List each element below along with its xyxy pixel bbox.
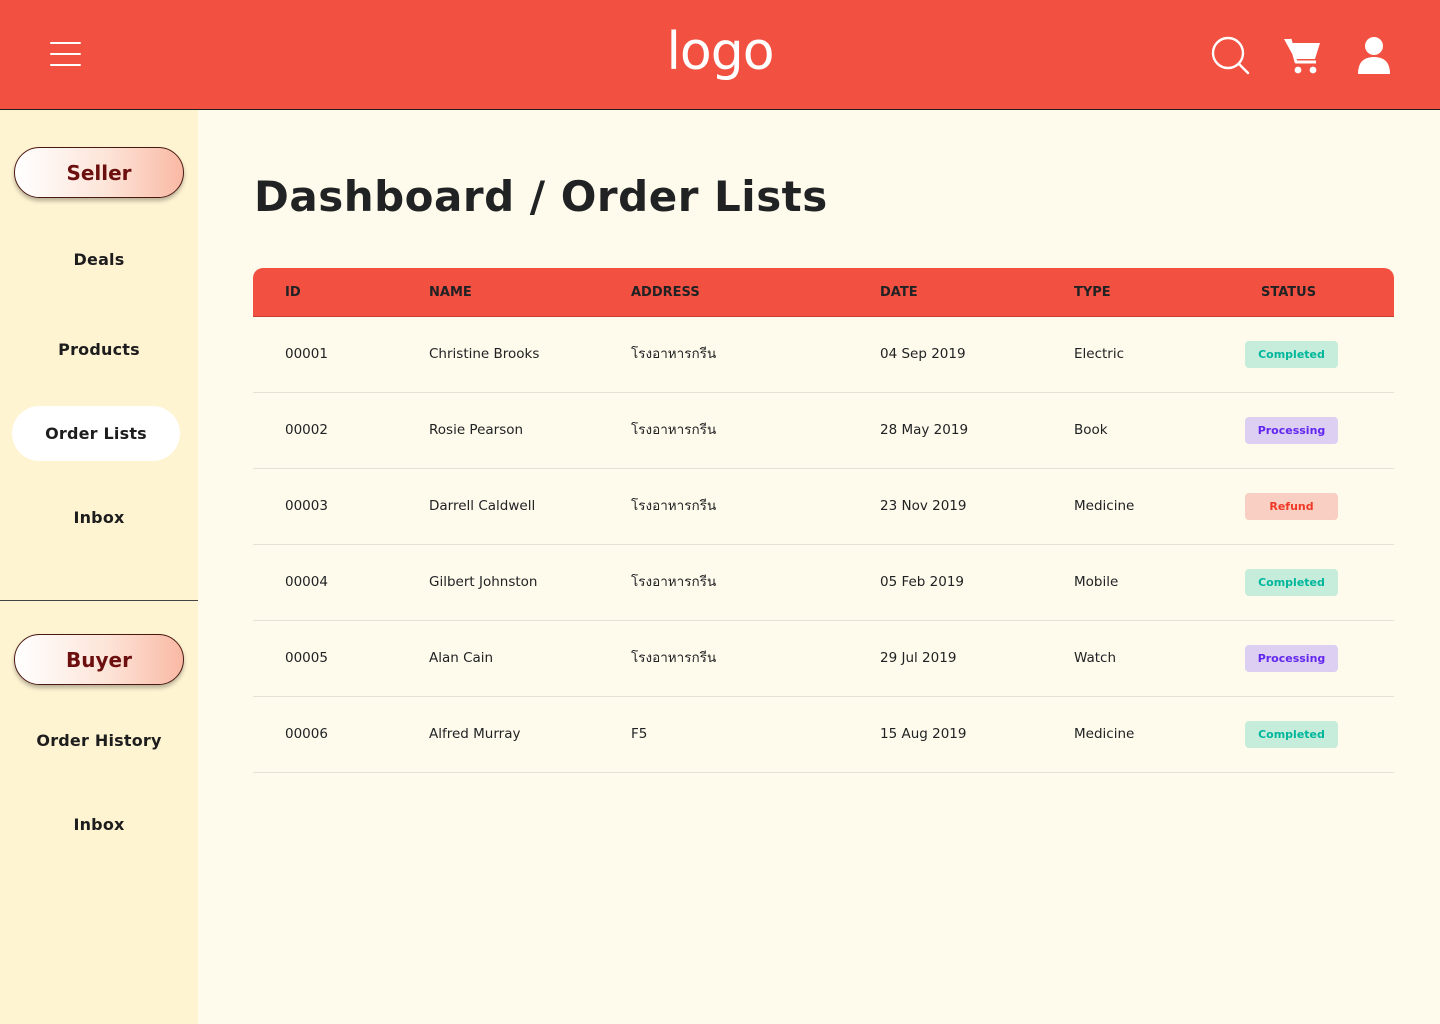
- column-header-name[interactable]: NAME: [429, 268, 472, 317]
- cell-name: Christine Brooks: [429, 346, 540, 362]
- order-table: ID NAME ADDRESS DATE TYPE STATUS 00001 Ch…: [253, 268, 1394, 773]
- column-header-date[interactable]: DATE: [880, 268, 918, 317]
- cell-type: Medicine: [1074, 498, 1135, 514]
- status-badge: Completed: [1245, 721, 1338, 748]
- sidebar-item-order-lists[interactable]: Order Lists: [12, 406, 180, 461]
- cell-name: Rosie Pearson: [429, 422, 524, 438]
- column-header-type[interactable]: TYPE: [1074, 268, 1111, 317]
- table-row[interactable]: 00005 Alan Cain โรงอาหารกรีน 29 Jul 2019 Wat…: [253, 621, 1394, 697]
- cell-date: 28 May 2019: [880, 422, 969, 438]
- cell-id: 00005: [285, 650, 328, 666]
- status-badge: Processing: [1245, 645, 1338, 672]
- sidebar-item-buyer-inbox[interactable]: Inbox: [0, 815, 198, 834]
- table-row[interactable]: 00004 Gilbert Johnston โรงอาหารกรีน 05 Feb …: [253, 545, 1394, 621]
- cell-id: 00006: [285, 726, 328, 742]
- table-row[interactable]: 00006 Alfred Murray F5 15 Aug 2019 Medicine C…: [253, 697, 1394, 773]
- status-badge: Processing: [1245, 417, 1338, 444]
- sidebar-divider: [0, 600, 198, 601]
- sidebar-item-order-history[interactable]: Order History: [0, 731, 198, 750]
- cell-address: โรงอาหารกรีน: [631, 422, 717, 438]
- sidebar-item-deals[interactable]: Deals: [0, 250, 198, 269]
- status-badge: Completed: [1245, 341, 1338, 368]
- cell-name: Gilbert Johnston: [429, 574, 538, 590]
- cart-icon[interactable]: [1282, 34, 1324, 76]
- sidebar: Seller Deals Products Order Lists Inbox …: [0, 110, 198, 1024]
- cell-date: 15 Aug 2019: [880, 726, 967, 742]
- cell-type: Electric: [1074, 346, 1125, 362]
- cell-name: Darrell Caldwell: [429, 498, 536, 514]
- cell-date: 05 Feb 2019: [880, 574, 965, 590]
- cell-type: Watch: [1074, 650, 1117, 666]
- cell-address: โรงอาหารกรีน: [631, 498, 717, 514]
- cell-id: 00004: [285, 574, 328, 590]
- cell-type: Medicine: [1074, 726, 1135, 742]
- buyer-section-button[interactable]: Buyer: [14, 634, 184, 685]
- cell-address: โรงอาหารกรีน: [631, 574, 717, 590]
- status-badge: Completed: [1245, 569, 1338, 596]
- status-badge: Refund: [1245, 493, 1338, 520]
- table-row[interactable]: 00002 Rosie Pearson โรงอาหารกรีน 28 May 201…: [253, 393, 1394, 469]
- column-header-status[interactable]: STATUS: [1261, 268, 1316, 317]
- sidebar-item-seller-inbox[interactable]: Inbox: [0, 508, 198, 527]
- cell-address: F5: [631, 726, 648, 742]
- cell-id: 00002: [285, 422, 328, 438]
- seller-section-button[interactable]: Seller: [14, 147, 184, 198]
- search-icon[interactable]: [1209, 34, 1251, 76]
- top-header: logo: [0, 0, 1440, 110]
- cell-date: 04 Sep 2019: [880, 346, 966, 362]
- user-icon[interactable]: [1353, 34, 1395, 76]
- table-body: 00001 Christine Brooks โรงอาหารกรีน 04 Sep …: [253, 317, 1394, 773]
- cell-name: Alfred Murray: [429, 726, 521, 742]
- cell-id: 00001: [285, 346, 328, 362]
- column-header-id[interactable]: ID: [285, 268, 301, 317]
- sidebar-item-products[interactable]: Products: [0, 340, 198, 359]
- cell-date: 29 Jul 2019: [880, 650, 957, 666]
- table-header: ID NAME ADDRESS DATE TYPE STATUS: [253, 268, 1394, 317]
- cell-id: 00003: [285, 498, 328, 514]
- cell-type: Book: [1074, 422, 1108, 438]
- cell-type: Mobile: [1074, 574, 1119, 590]
- table-row[interactable]: 00003 Darrell Caldwell โรงอาหารกรีน 23 Nov …: [253, 469, 1394, 545]
- page-title: Dashboard / Order Lists: [254, 172, 828, 221]
- cell-name: Alan Cain: [429, 650, 494, 666]
- cell-address: โรงอาหารกรีน: [631, 346, 717, 362]
- column-header-address[interactable]: ADDRESS: [631, 268, 700, 317]
- cell-address: โรงอาหารกรีน: [631, 650, 717, 666]
- table-row[interactable]: 00001 Christine Brooks โรงอาหารกรีน 04 Sep …: [253, 317, 1394, 393]
- cell-date: 23 Nov 2019: [880, 498, 967, 514]
